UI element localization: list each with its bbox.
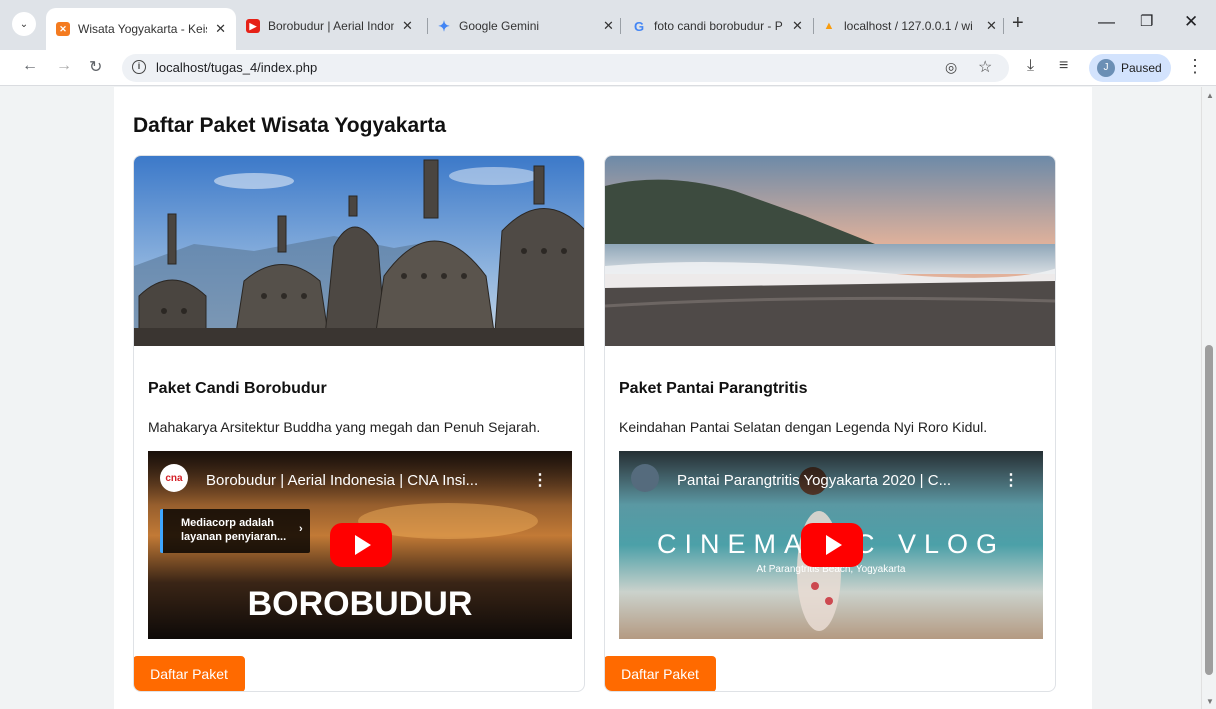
card-description: Mahakarya Arsitektur Buddha yang megah d… [148,419,541,435]
card-borobudur: Paket Candi Borobudur Mahakarya Arsitekt… [133,155,585,692]
channel-avatar[interactable]: cna [160,464,188,492]
video-title[interactable]: Pantai Parangtritis Yogyakarta 2020 | C.… [677,472,951,489]
eye-off-icon[interactable]: ◎ [945,59,957,76]
tab-strip: ⌄ ✕ Wisata Yogyakarta - Keist ✕ ▶ Borobu… [0,0,1216,50]
info-panel[interactable]: Mediacorp adalah layanan penyiaran... › [160,509,310,553]
video-title[interactable]: Borobudur | Aerial Indonesia | CNA Insi.… [206,472,478,489]
restore-icon[interactable]: ❐ [1140,12,1153,30]
card-title: Paket Candi Borobudur [148,380,327,397]
tab-title: Borobudur | Aerial Indone [268,19,394,33]
tab-title: Google Gemini [459,19,540,33]
channel-avatar[interactable] [631,464,659,492]
parangtritis-photo [605,156,1055,346]
forward-arrow-icon[interactable]: → [56,57,72,75]
youtube-embed-borobudur[interactable]: cna Borobudur | Aerial Indonesia | CNA I… [148,451,572,639]
profile-status-label: Paused [1121,61,1162,75]
bookmark-star-icon[interactable]: ☆ [978,57,992,77]
xampp-favicon-icon: ✕ [56,22,70,36]
avatar: J [1097,59,1115,77]
google-g-icon: G [633,18,645,34]
tab-close-icon[interactable]: ✕ [792,18,803,34]
window-close-icon[interactable]: ✕ [1184,12,1198,32]
address-url[interactable]: localhost/tugas_4/index.php [156,60,317,75]
download-icon[interactable]: ⤓ [1027,57,1034,75]
tab-close-icon[interactable]: ✕ [215,21,226,37]
profile-button[interactable]: J Paused [1089,54,1171,82]
site-info-icon[interactable]: i [132,60,146,74]
scrollbar-thumb[interactable] [1205,345,1213,675]
chevron-right-icon: › [299,523,303,535]
tab-close-icon[interactable]: ✕ [986,18,997,34]
reload-icon[interactable]: ↻ [89,57,102,77]
page-scrollbar[interactable]: ▲ ▼ [1201,87,1216,709]
tab-separator [1003,18,1004,34]
scroll-up-arrow-icon[interactable]: ▲ [1206,91,1214,100]
phpmyadmin-favicon-icon: ▲ [823,20,835,32]
borobudur-photo [134,156,584,346]
daftar-paket-button[interactable]: Daftar Paket [605,656,716,691]
address-bar[interactable]: i localhost/tugas_4/index.php ◎ ☆ [122,54,1009,82]
scroll-down-arrow-icon[interactable]: ▼ [1206,697,1214,706]
tab-separator [813,18,814,34]
new-tab-plus-icon[interactable]: + [1012,12,1024,35]
play-icon [355,535,371,555]
tab-title: Wisata Yogyakarta - Keist [78,22,208,36]
reading-list-icon[interactable]: ≡ [1059,57,1068,75]
tab-title: foto candi borobudur - P [654,19,783,33]
card-title: Paket Pantai Parangtritis [619,380,808,397]
youtube-embed-parangtritis[interactable]: Pantai Parangtritis Yogyakarta 2020 | C.… [619,451,1043,639]
tab-title: localhost / 127.0.0.1 / wi [844,19,973,33]
tab-separator [620,18,621,34]
tab-separator [427,18,428,34]
content-container: Daftar Paket Wisata Yogyakarta Paket Can… [114,87,1092,709]
video-more-icon[interactable]: ⋮ [1003,470,1019,490]
tab-close-icon[interactable]: ✕ [402,18,413,34]
play-icon [826,535,842,555]
minimize-icon[interactable]: — [1098,12,1115,32]
tab-borobudur-video[interactable]: ▶ Borobudur | Aerial Indone ✕ [246,14,418,38]
info-panel-text: Mediacorp adalah layanan penyiaran... [181,517,287,543]
card-description: Keindahan Pantai Selatan dengan Legenda … [619,419,988,435]
gemini-sparkle-icon: ✦ [438,17,450,34]
back-arrow-icon[interactable]: ← [22,57,38,75]
menu-kebab-icon[interactable]: ⋮ [1186,56,1204,77]
card-parangtritis: Paket Pantai Parangtritis Keindahan Pant… [604,155,1056,692]
tab-phpmyadmin[interactable]: ▲ localhost / 127.0.0.1 / wi ✕ [822,14,1002,38]
tab-google-gemini[interactable]: ✦ Google Gemini ✕ [437,14,617,38]
video-more-icon[interactable]: ⋮ [532,470,548,490]
browser-toolbar: ← → ↻ i localhost/tugas_4/index.php ◎ ☆ … [0,50,1216,86]
page-title: Daftar Paket Wisata Yogyakarta [133,114,447,137]
youtube-favicon-icon: ▶ [246,19,260,33]
video-overlay-text: BOROBUDUR [247,585,473,623]
tab-search-button[interactable]: ⌄ [12,12,36,36]
tab-close-icon[interactable]: ✕ [603,18,614,34]
tab-foto-candi[interactable]: G foto candi borobudur - P ✕ [632,14,808,38]
tab-wisata-yogyakarta[interactable]: ✕ Wisata Yogyakarta - Keist ✕ [46,8,236,50]
play-button[interactable] [801,523,863,567]
page-viewport: Daftar Paket Wisata Yogyakarta Paket Can… [0,87,1201,709]
play-button[interactable] [330,523,392,567]
daftar-paket-button[interactable]: Daftar Paket [134,656,245,691]
